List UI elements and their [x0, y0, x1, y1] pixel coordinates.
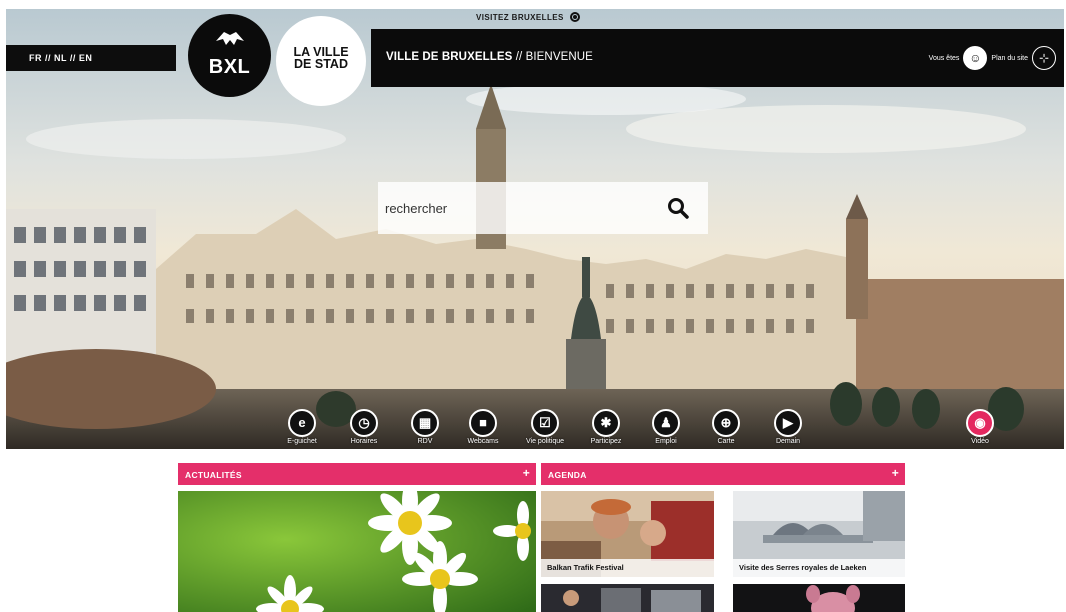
- site-name: VILLE DE BRUXELLES: [386, 51, 513, 63]
- actualites-header: ACTUALITÉS +: [178, 463, 536, 485]
- quicklink-emploi[interactable]: ♟ Emploi: [636, 409, 696, 445]
- quicklink-video[interactable]: ◉ Vidéo: [950, 409, 1010, 445]
- ville-logo[interactable]: LA VILLE DE STAD: [276, 16, 366, 106]
- quicklink-label: Emploi: [655, 438, 677, 445]
- quicklink-horaires[interactable]: ◷ Horaires: [334, 409, 394, 445]
- agenda-card-caption: Visite des Serres royales de Laeken: [733, 559, 905, 577]
- pig-mask-photo: [733, 584, 905, 612]
- lang-nl[interactable]: NL: [54, 53, 67, 63]
- daisies-photo: [178, 491, 536, 612]
- top-navigation-bar: VILLE DE BRUXELLES // BIENVENUE Vous ête…: [371, 29, 1064, 87]
- quicklink-label: Demain: [775, 438, 801, 445]
- concert-photo: [541, 584, 714, 612]
- ville-logo-line2: DE STAD: [294, 57, 348, 71]
- agenda-title: AGENDA: [548, 470, 587, 480]
- actualites-more-button[interactable]: +: [523, 467, 530, 479]
- lang-separator: //: [66, 53, 79, 63]
- visit-brussels-label: VISITEZ BRUXELLES: [476, 12, 564, 22]
- agenda-more-button[interactable]: +: [892, 467, 899, 479]
- camera-icon: ■: [469, 409, 497, 437]
- agenda-card-balkan[interactable]: Balkan Trafik Festival: [541, 491, 714, 577]
- agenda-card-concert[interactable]: [541, 584, 714, 612]
- quicklink-label: Participez: [590, 438, 622, 445]
- job-icon: ♟: [652, 409, 680, 437]
- participate-icon: ✱: [592, 409, 620, 437]
- search-icon[interactable]: [666, 196, 690, 220]
- agenda-card-serres[interactable]: Visite des Serres royales de Laeken: [733, 491, 905, 577]
- agenda-card-pig[interactable]: [733, 584, 905, 612]
- calendar-icon: ▦: [411, 409, 439, 437]
- lang-en[interactable]: EN: [79, 53, 93, 63]
- quicklink-vie-politique[interactable]: ☑ Vie politique: [515, 409, 575, 445]
- bxl-logo-text: BXL: [208, 56, 251, 78]
- header-tools: Vous êtes ☺ Plan du site ⊹: [929, 46, 1056, 70]
- lang-fr[interactable]: FR: [29, 53, 42, 63]
- hero-banner: VISITEZ BRUXELLES FR // NL // EN VILLE D…: [6, 9, 1064, 449]
- quicklink-carte[interactable]: ⊕ Carte: [696, 409, 756, 445]
- quicklink-webcams[interactable]: ■ Webcams: [453, 409, 513, 445]
- quick-links-bar: e E-guichet ◷ Horaires ▦ RDV ■ Webcams ☑…: [6, 409, 1064, 449]
- agenda-header: AGENDA +: [541, 463, 905, 485]
- quicklink-label: Carte: [717, 438, 735, 445]
- search-box: [378, 182, 708, 234]
- quicklink-rdv[interactable]: ▦ RDV: [395, 409, 455, 445]
- plan-du-site-label: Plan du site: [991, 54, 1028, 62]
- e-icon: e: [288, 409, 316, 437]
- play-next-icon: ▶: [774, 409, 802, 437]
- quicklink-label: Webcams: [467, 438, 499, 445]
- quicklink-label: RDV: [417, 438, 433, 445]
- page-title: VILLE DE BRUXELLES // BIENVENUE: [386, 51, 593, 63]
- visit-brussels-link[interactable]: VISITEZ BRUXELLES: [476, 12, 580, 22]
- eye-icon: ◉: [966, 409, 994, 437]
- checkbox-icon: ☑: [531, 409, 559, 437]
- target-icon: [569, 12, 580, 22]
- quicklink-demain[interactable]: ▶ Demain: [758, 409, 818, 445]
- page-title-suffix: // BIENVENUE: [512, 51, 593, 63]
- bird-icon: [216, 32, 244, 45]
- sitemap-icon[interactable]: ⊹: [1032, 46, 1056, 70]
- lang-separator: //: [42, 53, 55, 63]
- news-image-daisies[interactable]: [178, 491, 536, 612]
- quicklink-label: Horaires: [350, 438, 378, 445]
- quicklink-label: E-guichet: [287, 438, 317, 445]
- globe-icon: ⊕: [712, 409, 740, 437]
- language-switcher: FR // NL // EN: [6, 45, 176, 71]
- vous-etes-label: Vous êtes: [928, 54, 960, 62]
- agenda-card-caption: Balkan Trafik Festival: [541, 559, 714, 577]
- quicklink-participez[interactable]: ✱ Participez: [576, 409, 636, 445]
- quicklink-e-guichet[interactable]: e E-guichet: [272, 409, 332, 445]
- smiley-icon[interactable]: ☺: [963, 46, 988, 70]
- bxl-logo[interactable]: BXL: [188, 14, 271, 97]
- search-input[interactable]: [385, 198, 655, 218]
- clock-icon: ◷: [350, 409, 378, 437]
- actualites-title: ACTUALITÉS: [185, 470, 242, 480]
- quicklink-label: Vie politique: [525, 438, 564, 445]
- quicklink-label: Vidéo: [971, 438, 989, 445]
